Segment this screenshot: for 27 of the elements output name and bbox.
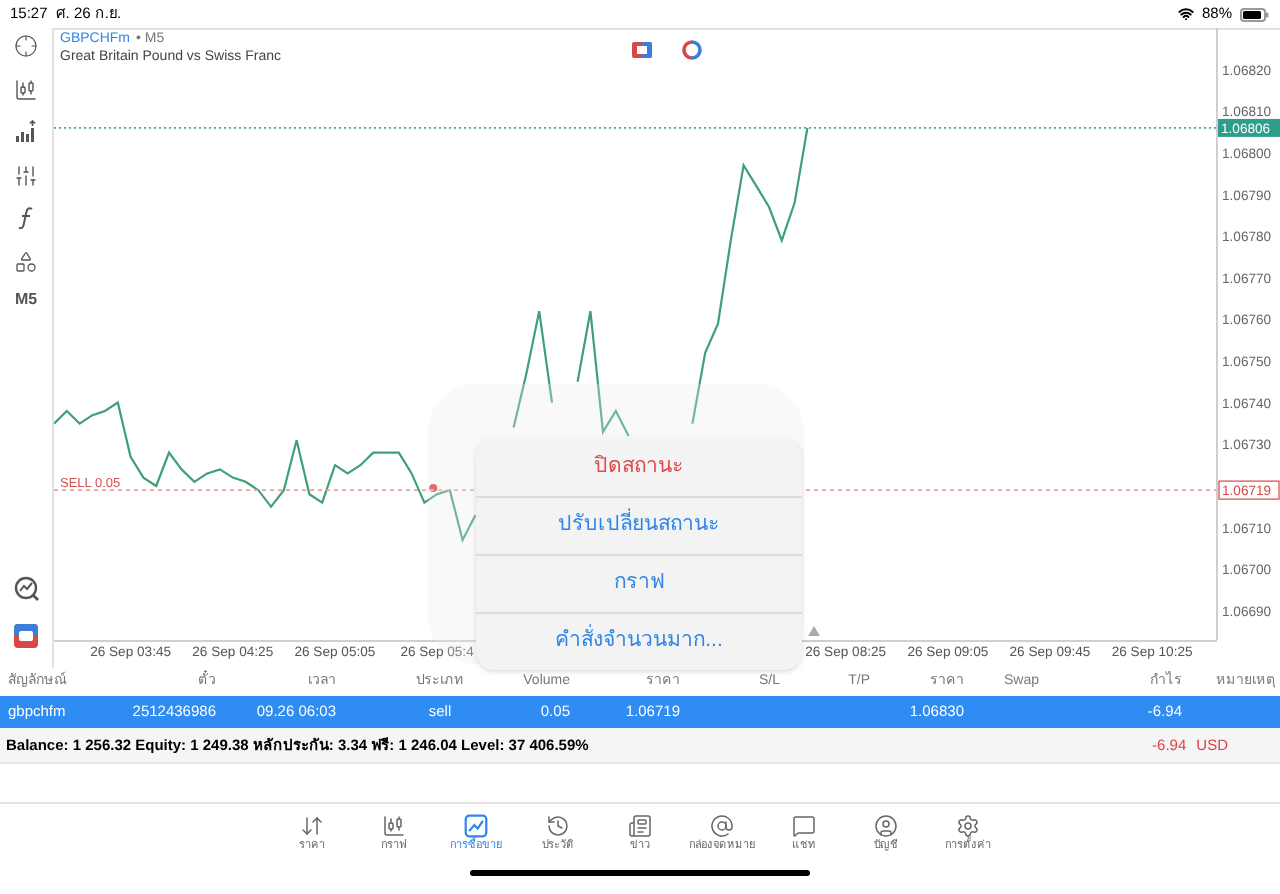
ring-icon[interactable] (682, 40, 702, 60)
indicators-icon[interactable] (14, 120, 38, 144)
history-icon (546, 814, 570, 838)
menu-item[interactable]: คำสั่งจำนวนมาก... (476, 612, 802, 670)
candlestick-icon[interactable] (14, 77, 38, 101)
menu-item[interactable]: ปิดสถานะ (476, 438, 802, 496)
timeframe-button[interactable]: M5 (14, 292, 38, 308)
trade-entry-marker (429, 484, 438, 493)
shapes-icon[interactable] (14, 249, 38, 273)
menu-item[interactable]: กราฟ (476, 554, 802, 612)
trade-panel-icon[interactable] (632, 42, 652, 58)
newspaper-icon (628, 814, 652, 838)
settings-icon (956, 814, 980, 838)
at-sign-icon (710, 814, 734, 838)
menu-item[interactable]: ปรับเปลี่ยนสถานะ (476, 496, 802, 554)
candlestick-icon (382, 814, 406, 838)
zoom-chart-icon[interactable] (13, 576, 39, 602)
sliders-icon[interactable] (14, 163, 38, 187)
user-icon (874, 814, 898, 838)
one-click-trading-icon[interactable] (14, 624, 38, 648)
crosshair-icon[interactable] (14, 34, 38, 58)
wifi-icon (1177, 6, 1194, 22)
battery-icon (1240, 7, 1270, 21)
chat-bubble-icon (792, 814, 816, 838)
function-icon[interactable] (16, 206, 36, 230)
arrows-icon (300, 814, 324, 838)
line-chart-icon (464, 814, 488, 838)
